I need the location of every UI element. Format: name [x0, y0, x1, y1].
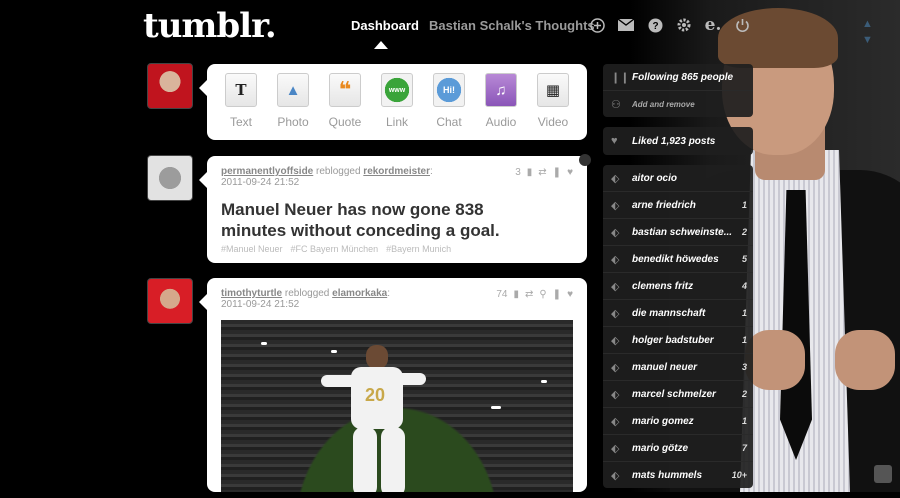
photo-icon: ▲ [277, 73, 309, 107]
tag-item[interactable]: ⬖ clemens fritz 4 [603, 273, 753, 300]
tag-item[interactable]: ⬖ bastian schweinste... 2 [603, 219, 753, 246]
post-composer: T Text ▲ Photo ❝ Quote www Link Hi! Chat… [199, 64, 587, 140]
new-text-button[interactable]: T Text [215, 70, 267, 129]
jersey-number: 20 [365, 385, 386, 405]
liked-posts-link[interactable]: ♥ Liked 1,923 posts [603, 127, 753, 155]
tag-icon: ⬖ [611, 415, 620, 428]
help-icon[interactable]: ? [646, 16, 664, 34]
tag-item[interactable]: ⬖ mats hummels 10+ [603, 462, 753, 488]
tag-icon: ⬖ [611, 307, 620, 320]
tag-item[interactable]: ⬖ benedikt höwedes 5 [603, 246, 753, 273]
post-source-link[interactable]: rekordmeister [363, 166, 430, 177]
tracked-tags: ⬖ aitor ocio ⬖ arne friedrich 1 ⬖ bastian sc… [603, 165, 753, 488]
power-icon[interactable] [733, 16, 751, 34]
tag-link[interactable]: #FC Bayern München [291, 244, 379, 254]
tag-icon: ⬖ [611, 226, 620, 239]
tag-item[interactable]: ⬖ mario gomez 1 [603, 408, 753, 435]
following-icon: ❙❙ [611, 71, 630, 84]
tag-item[interactable]: ⬖ arne friedrich 1 [603, 192, 753, 219]
add-remove-link[interactable]: ⚇ Add and remove [603, 91, 753, 117]
post-author-link[interactable]: permanentlyoffside [221, 166, 313, 177]
tag-item[interactable]: ⬖ holger badstuber 1 [603, 327, 753, 354]
photo-subject: 20 [321, 345, 426, 492]
own-avatar[interactable] [147, 63, 193, 109]
notes-icon[interactable]: ▮ [527, 167, 533, 178]
tag-item[interactable]: ⬖ aitor ocio [603, 165, 753, 192]
following-link[interactable]: ❙❙ Following 865 people [603, 64, 753, 91]
search-icon[interactable]: ⚲ [539, 289, 546, 300]
avatar[interactable] [147, 155, 193, 201]
quote-icon: ❝ [329, 73, 361, 107]
tag-link[interactable]: #Bayern Munich [386, 244, 451, 254]
reblog-icon[interactable]: ⇄ [538, 167, 546, 178]
following-block: ❙❙ Following 865 people ⚇ Add and remove [603, 64, 753, 117]
text-post: permanentlyoffside reblogged rekordmeist… [199, 154, 591, 263]
new-quote-button[interactable]: ❝ Quote [319, 70, 371, 129]
bookmark-icon[interactable]: ❚ [553, 167, 561, 178]
plus-icon[interactable] [588, 16, 606, 34]
top-icons: ? e. [588, 15, 751, 35]
tumblr-logo[interactable]: tumblr. [143, 6, 277, 46]
e-icon[interactable]: e. [704, 15, 722, 35]
mail-icon[interactable] [617, 16, 635, 34]
post-timestamp[interactable]: 2011-09-24 21:52 [221, 299, 299, 310]
link-icon: www [381, 73, 413, 107]
new-photo-button[interactable]: ▲ Photo [267, 70, 319, 129]
notes-count[interactable]: 74 [496, 289, 507, 300]
tag-icon: ⬖ [611, 253, 620, 266]
tag-item[interactable]: ⬖ mario götze 7 [603, 435, 753, 462]
notes-count[interactable]: 3 [515, 167, 521, 178]
tag-icon: ⬖ [611, 442, 620, 455]
new-video-button[interactable]: ▦ Video [527, 70, 579, 129]
post-fold-corner [579, 154, 591, 166]
post-meta: timothyturtle reblogged elamorkaka: 2011… [221, 288, 390, 310]
new-audio-button[interactable]: ♫ Audio [475, 70, 527, 129]
tag-icon: ⬖ [611, 334, 620, 347]
tag-link[interactable]: #Manuel Neuer [221, 244, 283, 254]
post-tags: #Manuel Neuer #FC Bayern München #Bayern… [221, 244, 451, 254]
tag-icon: ⬖ [611, 388, 620, 401]
post-controls: 74 ▮ ⇄ ⚲ ❚ ♥ [496, 289, 573, 300]
bookmark-icon[interactable]: ❚ [553, 289, 561, 300]
post-controls: 3 ▮ ⇄ ❚ ♥ [515, 167, 573, 178]
avatar[interactable] [147, 278, 193, 324]
heart-icon[interactable]: ♥ [567, 167, 573, 178]
photo-post: timothyturtle reblogged elamorkaka: 2011… [199, 278, 587, 492]
new-chat-button[interactable]: Hi! Chat [423, 70, 475, 129]
scroll-arrows[interactable]: ▲ ▼ [862, 16, 873, 48]
nav-blog[interactable]: Bastian Schalk's Thoughts [429, 18, 595, 33]
reblog-icon[interactable]: ⇄ [525, 289, 533, 300]
audio-icon: ♫ [485, 73, 517, 107]
tag-item[interactable]: ⬖ die mannschaft 1 [603, 300, 753, 327]
video-icon: ▦ [537, 73, 569, 107]
post-timestamp[interactable]: 2011-09-24 21:52 [221, 177, 299, 188]
new-link-button[interactable]: www Link [371, 70, 423, 129]
svg-text:?: ? [652, 21, 658, 32]
nav-dashboard[interactable]: Dashboard [351, 18, 419, 33]
chat-icon: Hi! [433, 73, 465, 107]
corner-button[interactable] [874, 465, 892, 483]
post-photo[interactable]: 20 [221, 320, 573, 492]
likes-block: ♥ Liked 1,923 posts [603, 127, 753, 155]
add-user-icon: ⚇ [611, 98, 621, 111]
post-source-link[interactable]: elamorkaka [332, 288, 387, 299]
sidebar: ❙❙ Following 865 people ⚇ Add and remove… [603, 64, 753, 498]
tag-icon: ⬖ [611, 280, 620, 293]
heart-icon[interactable]: ♥ [567, 289, 573, 300]
post-meta: permanentlyoffside reblogged rekordmeist… [221, 166, 433, 188]
notes-icon[interactable]: ▮ [513, 289, 519, 300]
tag-icon: ⬖ [611, 361, 620, 374]
nav-active-indicator [374, 41, 388, 49]
text-icon: T [225, 73, 257, 107]
gear-icon[interactable] [675, 16, 693, 34]
tag-item[interactable]: ⬖ manuel neuer 3 [603, 354, 753, 381]
heart-icon: ♥ [611, 135, 618, 147]
tag-icon: ⬖ [611, 172, 620, 185]
tag-icon: ⬖ [611, 199, 620, 212]
tag-item[interactable]: ⬖ marcel schmelzer 2 [603, 381, 753, 408]
post-title: Manuel Neuer has now gone 838 minutes wi… [221, 200, 500, 240]
post-author-link[interactable]: timothyturtle [221, 288, 282, 299]
tag-icon: ⬖ [611, 469, 620, 482]
